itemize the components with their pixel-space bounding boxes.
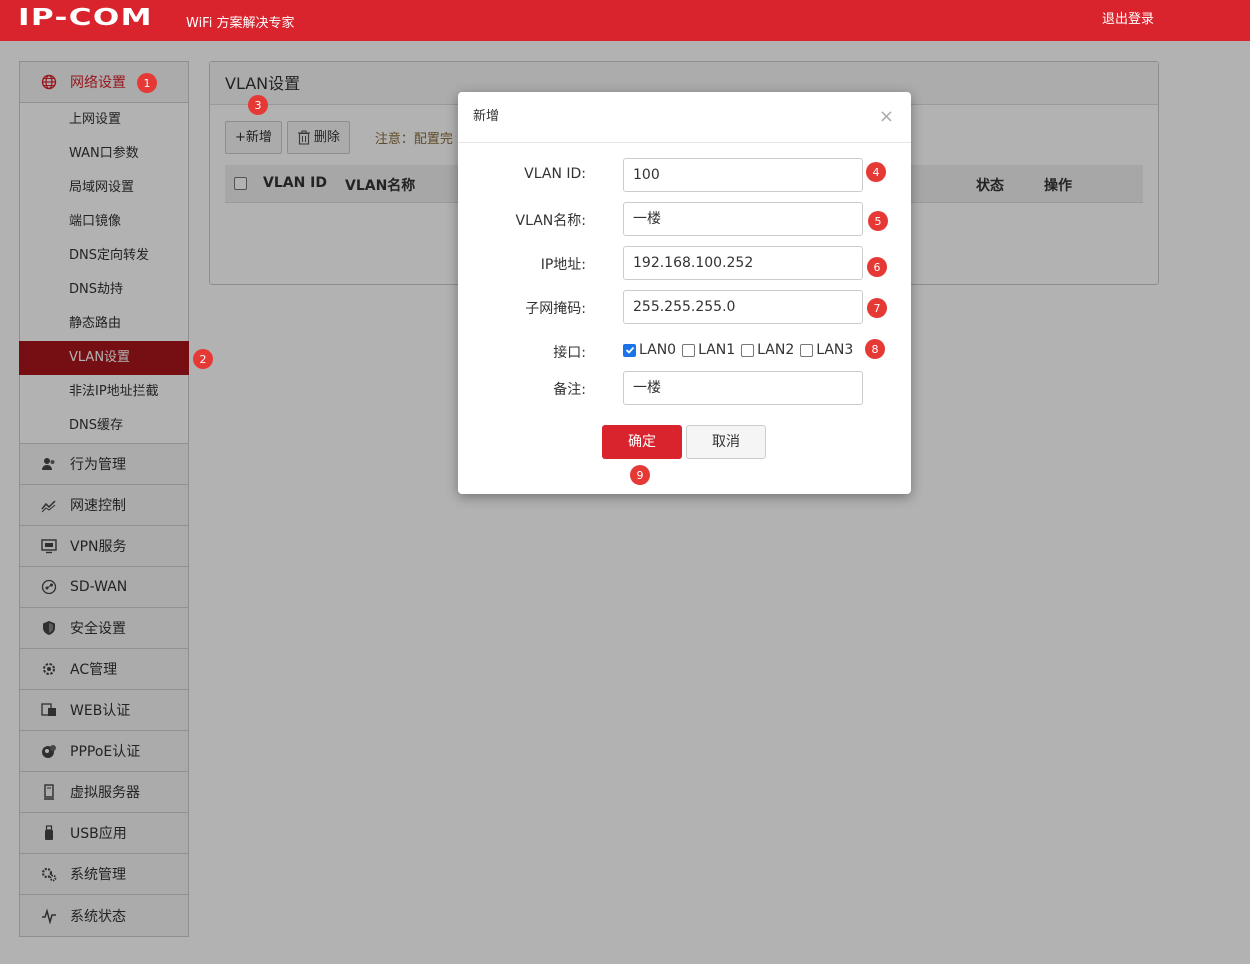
port-lan0[interactable]: LAN0 <box>623 342 676 358</box>
lan2-label: LAN2 <box>757 342 795 358</box>
lan1-label: LAN1 <box>698 342 736 358</box>
step-badge: 7 <box>867 298 887 318</box>
remark-label: 备注: <box>553 382 586 398</box>
lan3-label: LAN3 <box>816 342 854 358</box>
step-badge: 9 <box>630 465 650 485</box>
step-badge: 8 <box>865 339 885 359</box>
ipcom-logo: IP-COM <box>18 5 153 31</box>
ports-label: 接口: <box>553 345 586 361</box>
top-header: IP-COM WiFi 方案解决专家 退出登录 <box>0 0 1250 41</box>
step-badge: 4 <box>866 162 886 182</box>
step-badge: 6 <box>867 257 887 277</box>
lan3-checkbox[interactable] <box>800 343 814 357</box>
lan1-checkbox[interactable] <box>682 343 696 357</box>
lan0-checkbox[interactable] <box>623 343 636 357</box>
ip-address-label: IP地址: <box>540 257 586 273</box>
confirm-button[interactable]: 确定 <box>602 425 682 459</box>
port-lan3[interactable]: LAN3 <box>800 342 853 358</box>
subnet-mask-input[interactable]: 255.255.255.0 <box>623 290 863 324</box>
add-vlan-dialog: 新增 × VLAN ID: 100 VLAN名称: 一楼 IP地址: 192.1… <box>458 92 911 494</box>
remark-input[interactable]: 一楼 <box>623 371 863 405</box>
logout-link[interactable]: 退出登录 <box>1102 8 1154 27</box>
dialog-title: 新增 <box>458 92 911 143</box>
subnet-mask-label: 子网掩码: <box>525 301 586 317</box>
port-checkboxes: LAN0 LAN1 LAN2 LAN3 <box>623 342 859 358</box>
vlan-id-label: VLAN ID: <box>524 166 586 182</box>
step-badge: 2 <box>193 349 213 369</box>
lan0-label: LAN0 <box>639 342 677 358</box>
port-lan2[interactable]: LAN2 <box>741 342 794 358</box>
step-badge: 3 <box>248 95 268 115</box>
vlan-id-input[interactable]: 100 <box>623 158 863 192</box>
step-badge: 5 <box>868 211 888 231</box>
vlan-name-input[interactable]: 一楼 <box>623 202 863 236</box>
close-icon[interactable]: × <box>879 107 894 127</box>
cancel-button[interactable]: 取消 <box>686 425 766 459</box>
header-tagline: WiFi 方案解决专家 <box>186 16 295 31</box>
step-badge: 1 <box>137 73 157 93</box>
vlan-name-label: VLAN名称: <box>515 213 586 229</box>
lan2-checkbox[interactable] <box>741 343 755 357</box>
ip-address-input[interactable]: 192.168.100.252 <box>623 246 863 280</box>
port-lan1[interactable]: LAN1 <box>682 342 735 358</box>
